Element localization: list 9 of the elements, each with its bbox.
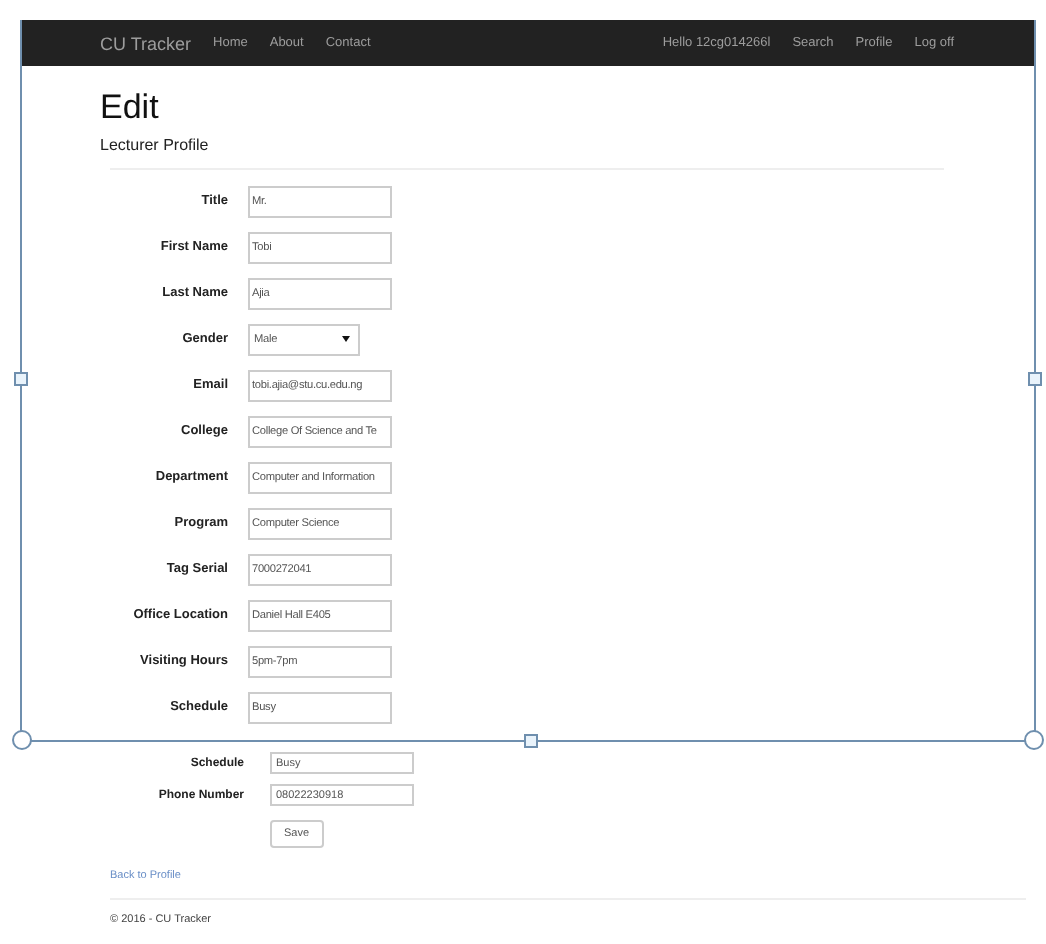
- resize-handle[interactable]: [12, 730, 32, 750]
- page-subtitle: Lecturer Profile: [100, 136, 211, 156]
- caret-icon: [342, 336, 350, 343]
- resize-handle[interactable]: [1024, 730, 1044, 750]
- brand-link[interactable]: CU Tracker: [100, 33, 192, 53]
- resize-handle[interactable]: [14, 372, 28, 386]
- resize-handle[interactable]: [1028, 372, 1042, 386]
- resize-handle[interactable]: [524, 734, 538, 748]
- page-title: Edit: [100, 88, 161, 128]
